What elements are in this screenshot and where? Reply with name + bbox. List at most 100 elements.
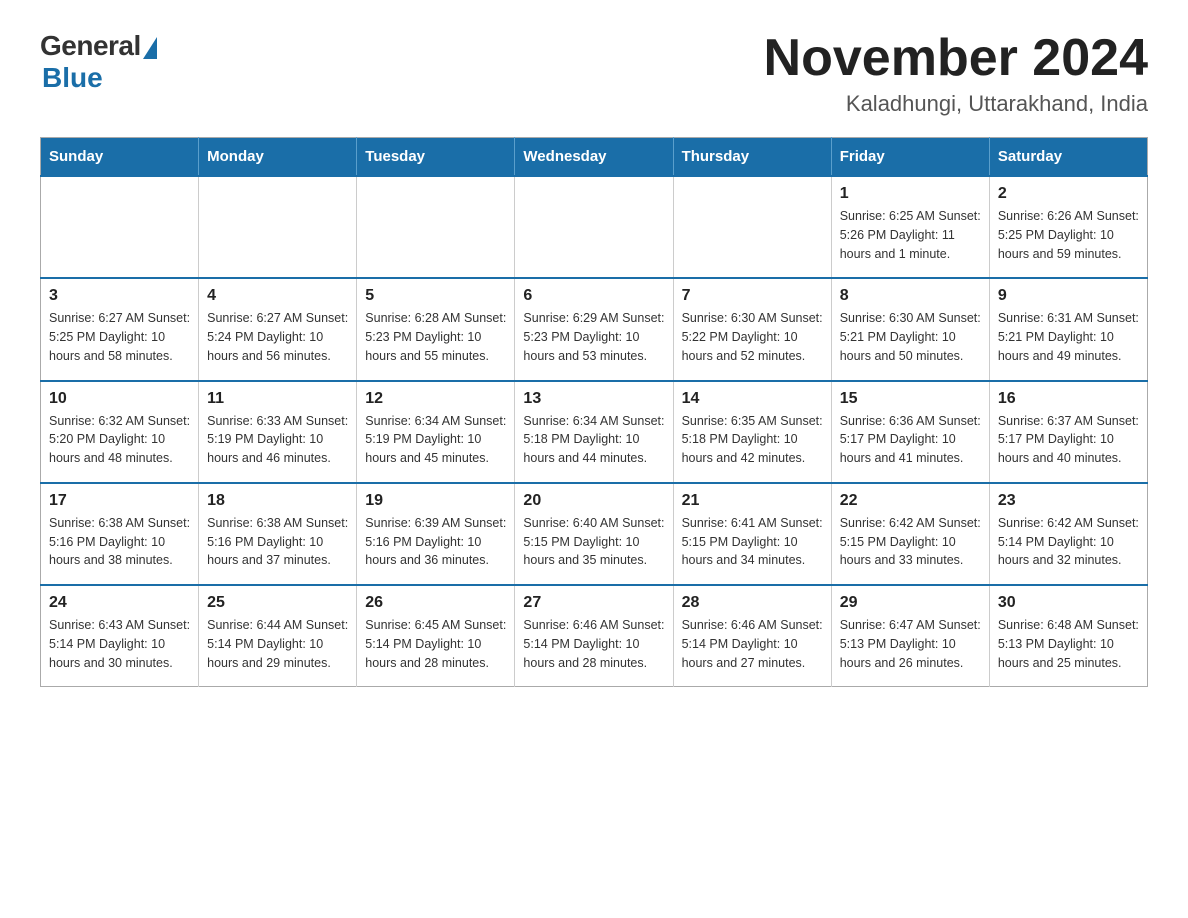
location-title: Kaladhungi, Uttarakhand, India [764, 91, 1148, 117]
calendar-week-row: 17 Sunrise: 6:38 AM Sunset: 5:16 PM Dayli… [41, 483, 1148, 585]
calendar-cell: 19 Sunrise: 6:39 AM Sunset: 5:16 PM Dayli… [357, 483, 515, 585]
calendar-header-row: SundayMondayTuesdayWednesdayThursdayFrid… [41, 138, 1148, 177]
day-number: 18 [207, 492, 348, 510]
day-number: 17 [49, 492, 190, 510]
day-info: Sunrise: 6:37 AM Sunset: 5:17 PM Dayligh… [998, 412, 1139, 468]
day-number: 27 [523, 594, 664, 612]
day-number: 23 [998, 492, 1139, 510]
day-info: Sunrise: 6:47 AM Sunset: 5:13 PM Dayligh… [840, 616, 981, 672]
calendar-cell [357, 176, 515, 278]
calendar-cell: 27 Sunrise: 6:46 AM Sunset: 5:14 PM Dayli… [515, 585, 673, 687]
day-number: 8 [840, 287, 981, 305]
calendar-cell: 26 Sunrise: 6:45 AM Sunset: 5:14 PM Dayli… [357, 585, 515, 687]
calendar-cell: 3 Sunrise: 6:27 AM Sunset: 5:25 PM Daylig… [41, 278, 199, 380]
calendar-cell: 20 Sunrise: 6:40 AM Sunset: 5:15 PM Dayli… [515, 483, 673, 585]
day-number: 24 [49, 594, 190, 612]
day-info: Sunrise: 6:32 AM Sunset: 5:20 PM Dayligh… [49, 412, 190, 468]
calendar-table: SundayMondayTuesdayWednesdayThursdayFrid… [40, 137, 1148, 687]
day-info: Sunrise: 6:34 AM Sunset: 5:19 PM Dayligh… [365, 412, 506, 468]
logo-general-text: General [40, 30, 141, 62]
day-number: 14 [682, 390, 823, 408]
day-number: 6 [523, 287, 664, 305]
calendar-cell: 1 Sunrise: 6:25 AM Sunset: 5:26 PM Daylig… [831, 176, 989, 278]
day-number: 22 [840, 492, 981, 510]
calendar-cell: 29Sunrise: 6:47 AM Sunset: 5:13 PM Dayli… [831, 585, 989, 687]
day-number: 9 [998, 287, 1139, 305]
day-info: Sunrise: 6:25 AM Sunset: 5:26 PM Dayligh… [840, 207, 981, 263]
day-info: Sunrise: 6:40 AM Sunset: 5:15 PM Dayligh… [523, 514, 664, 570]
day-number: 19 [365, 492, 506, 510]
day-info: Sunrise: 6:45 AM Sunset: 5:14 PM Dayligh… [365, 616, 506, 672]
header-monday: Monday [199, 138, 357, 177]
day-info: Sunrise: 6:46 AM Sunset: 5:14 PM Dayligh… [682, 616, 823, 672]
header-saturday: Saturday [989, 138, 1147, 177]
day-number: 1 [840, 185, 981, 203]
day-number: 12 [365, 390, 506, 408]
day-number: 26 [365, 594, 506, 612]
day-info: Sunrise: 6:28 AM Sunset: 5:23 PM Dayligh… [365, 309, 506, 365]
calendar-cell: 9 Sunrise: 6:31 AM Sunset: 5:21 PM Daylig… [989, 278, 1147, 380]
calendar-cell: 30 Sunrise: 6:48 AM Sunset: 5:13 PM Dayli… [989, 585, 1147, 687]
day-info: Sunrise: 6:41 AM Sunset: 5:15 PM Dayligh… [682, 514, 823, 570]
day-number: 13 [523, 390, 664, 408]
logo: General Blue [40, 30, 157, 94]
calendar-cell: 5 Sunrise: 6:28 AM Sunset: 5:23 PM Daylig… [357, 278, 515, 380]
header-sunday: Sunday [41, 138, 199, 177]
day-info: Sunrise: 6:27 AM Sunset: 5:24 PM Dayligh… [207, 309, 348, 365]
header-friday: Friday [831, 138, 989, 177]
day-info: Sunrise: 6:46 AM Sunset: 5:14 PM Dayligh… [523, 616, 664, 672]
day-info: Sunrise: 6:31 AM Sunset: 5:21 PM Dayligh… [998, 309, 1139, 365]
day-info: Sunrise: 6:30 AM Sunset: 5:22 PM Dayligh… [682, 309, 823, 365]
day-info: Sunrise: 6:34 AM Sunset: 5:18 PM Dayligh… [523, 412, 664, 468]
day-number: 25 [207, 594, 348, 612]
calendar-cell: 12 Sunrise: 6:34 AM Sunset: 5:19 PM Dayli… [357, 381, 515, 483]
page-header: General Blue November 2024 Kaladhungi, U… [40, 30, 1148, 117]
day-info: Sunrise: 6:27 AM Sunset: 5:25 PM Dayligh… [49, 309, 190, 365]
logo-blue-text: Blue [42, 62, 103, 94]
calendar-cell: 11 Sunrise: 6:33 AM Sunset: 5:19 PM Dayli… [199, 381, 357, 483]
day-number: 5 [365, 287, 506, 305]
day-info: Sunrise: 6:33 AM Sunset: 5:19 PM Dayligh… [207, 412, 348, 468]
calendar-week-row: 1 Sunrise: 6:25 AM Sunset: 5:26 PM Daylig… [41, 176, 1148, 278]
calendar-cell [515, 176, 673, 278]
day-number: 20 [523, 492, 664, 510]
day-info: Sunrise: 6:30 AM Sunset: 5:21 PM Dayligh… [840, 309, 981, 365]
calendar-cell: 22 Sunrise: 6:42 AM Sunset: 5:15 PM Dayli… [831, 483, 989, 585]
day-info: Sunrise: 6:44 AM Sunset: 5:14 PM Dayligh… [207, 616, 348, 672]
header-tuesday: Tuesday [357, 138, 515, 177]
day-info: Sunrise: 6:26 AM Sunset: 5:25 PM Dayligh… [998, 207, 1139, 263]
header-wednesday: Wednesday [515, 138, 673, 177]
month-title: November 2024 [764, 30, 1148, 87]
day-number: 3 [49, 287, 190, 305]
calendar-cell [673, 176, 831, 278]
day-info: Sunrise: 6:38 AM Sunset: 5:16 PM Dayligh… [49, 514, 190, 570]
title-block: November 2024 Kaladhungi, Uttarakhand, I… [764, 30, 1148, 117]
calendar-cell: 16 Sunrise: 6:37 AM Sunset: 5:17 PM Dayli… [989, 381, 1147, 483]
calendar-week-row: 3 Sunrise: 6:27 AM Sunset: 5:25 PM Daylig… [41, 278, 1148, 380]
calendar-cell: 2Sunrise: 6:26 AM Sunset: 5:25 PM Daylig… [989, 176, 1147, 278]
calendar-week-row: 24Sunrise: 6:43 AM Sunset: 5:14 PM Dayli… [41, 585, 1148, 687]
day-number: 11 [207, 390, 348, 408]
calendar-week-row: 10 Sunrise: 6:32 AM Sunset: 5:20 PM Dayli… [41, 381, 1148, 483]
calendar-cell: 15 Sunrise: 6:36 AM Sunset: 5:17 PM Dayli… [831, 381, 989, 483]
day-info: Sunrise: 6:42 AM Sunset: 5:14 PM Dayligh… [998, 514, 1139, 570]
day-number: 10 [49, 390, 190, 408]
calendar-cell: 17 Sunrise: 6:38 AM Sunset: 5:16 PM Dayli… [41, 483, 199, 585]
day-number: 15 [840, 390, 981, 408]
day-info: Sunrise: 6:42 AM Sunset: 5:15 PM Dayligh… [840, 514, 981, 570]
calendar-cell: 7 Sunrise: 6:30 AM Sunset: 5:22 PM Daylig… [673, 278, 831, 380]
calendar-cell: 13 Sunrise: 6:34 AM Sunset: 5:18 PM Dayli… [515, 381, 673, 483]
calendar-cell: 4Sunrise: 6:27 AM Sunset: 5:24 PM Daylig… [199, 278, 357, 380]
day-info: Sunrise: 6:48 AM Sunset: 5:13 PM Dayligh… [998, 616, 1139, 672]
calendar-cell: 24Sunrise: 6:43 AM Sunset: 5:14 PM Dayli… [41, 585, 199, 687]
header-thursday: Thursday [673, 138, 831, 177]
day-number: 16 [998, 390, 1139, 408]
day-info: Sunrise: 6:39 AM Sunset: 5:16 PM Dayligh… [365, 514, 506, 570]
day-number: 21 [682, 492, 823, 510]
day-info: Sunrise: 6:29 AM Sunset: 5:23 PM Dayligh… [523, 309, 664, 365]
day-number: 30 [998, 594, 1139, 612]
day-number: 7 [682, 287, 823, 305]
day-info: Sunrise: 6:36 AM Sunset: 5:17 PM Dayligh… [840, 412, 981, 468]
calendar-cell: 8 Sunrise: 6:30 AM Sunset: 5:21 PM Daylig… [831, 278, 989, 380]
calendar-cell: 6 Sunrise: 6:29 AM Sunset: 5:23 PM Daylig… [515, 278, 673, 380]
